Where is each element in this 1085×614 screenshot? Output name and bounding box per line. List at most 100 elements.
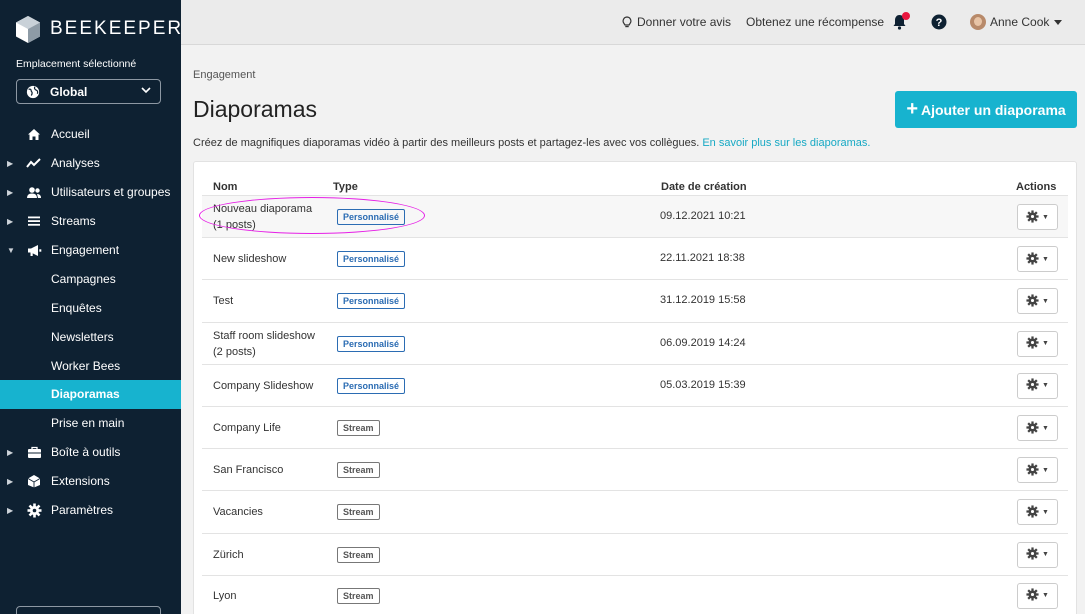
caret-right-icon[interactable]: ▶	[7, 448, 13, 457]
gear-icon	[1026, 421, 1039, 436]
gear-icon	[1026, 336, 1039, 351]
svg-text:?: ?	[936, 17, 943, 29]
caret-down-icon: ▼	[1042, 508, 1049, 516]
table-row[interactable]: Zürich Stream ▼	[202, 532, 1068, 575]
users-icon	[26, 185, 42, 199]
table-row[interactable]: Staff room slideshow (2 posts) Personnalis…	[202, 321, 1068, 364]
sidebar-bottom-button[interactable]	[16, 606, 161, 614]
page-title: Diaporamas	[193, 96, 317, 122]
slideshow-name: Nouveau diaporama	[213, 203, 313, 216]
creation-date: 05.03.2019 15:39	[660, 378, 746, 391]
breadcrumb[interactable]: Engagement	[193, 69, 255, 81]
user-menu[interactable]: Anne Cook	[970, 0, 1063, 44]
globe-icon	[26, 85, 40, 98]
row-actions-button[interactable]: ▼	[1017, 288, 1058, 315]
sidebar-item-utilisateurs-et-groupes[interactable]: ▶ Utilisateurs et groupes	[0, 178, 181, 207]
sidebar-item-label: Engagement	[51, 243, 120, 257]
creation-date: 09.12.2021 10:21	[660, 210, 746, 223]
gear-icon	[1026, 294, 1039, 309]
row-actions-button[interactable]: ▼	[1017, 541, 1058, 568]
row-name: Lyon	[213, 588, 236, 604]
creation-date: 22.11.2021 18:38	[660, 252, 745, 265]
gear-icon	[1026, 378, 1039, 393]
sidebar-item-accueil[interactable]: Accueil	[0, 120, 181, 149]
column-header-name: Nom	[213, 181, 238, 193]
sidebar-item-parametres[interactable]: ▶ Paramètres	[0, 496, 181, 525]
caret-right-icon[interactable]: ▶	[7, 217, 13, 226]
sidebar-item-enquetes[interactable]: Enquêtes	[0, 293, 181, 322]
learn-more-link[interactable]: En savoir plus sur les diaporamas.	[702, 137, 870, 149]
gear-icon	[1026, 505, 1039, 520]
type-badge: Personnalisé	[337, 377, 406, 394]
sidebar-item-diaporamas[interactable]: Diaporamas	[0, 380, 181, 409]
sidebar-item-analyses[interactable]: ▶ Analyses	[0, 149, 181, 178]
brand-logo[interactable]: BEEKEEPER	[16, 15, 183, 43]
row-actions-button[interactable]: ▼	[1017, 330, 1058, 357]
sidebar-item-engagement[interactable]: ▼ Engagement	[0, 236, 181, 265]
table-row[interactable]: Nouveau diaporama (1 posts) Personnalisé 09…	[199, 195, 1068, 238]
caret-right-icon[interactable]: ▶	[7, 477, 13, 486]
caret-right-icon[interactable]: ▶	[7, 188, 13, 197]
table-row[interactable]: Lyon Stream ▼	[202, 574, 1068, 614]
sidebar-item-label: Analyses	[51, 156, 100, 171]
add-slideshow-button[interactable]: + Ajouter un diaporama	[895, 91, 1077, 128]
row-actions-button[interactable]: ▼	[1017, 204, 1058, 231]
reward-link[interactable]: Obtenez une récompense	[746, 0, 884, 44]
reward-label: Obtenez une récompense	[746, 15, 885, 29]
row-actions-button[interactable]: ▼	[1017, 582, 1058, 609]
table-row[interactable]: San Francisco Stream ▼	[202, 448, 1068, 490]
table-row[interactable]: Company Slideshow Personnalisé 05.03.2019 …	[202, 363, 1068, 406]
sidebar-nav: Accueil ▶ Analyses ▶ Utilisateurs et groupes…	[0, 120, 181, 524]
slideshow-name: Staff room slideshow	[213, 329, 315, 342]
location-select[interactable]: Global	[16, 79, 161, 104]
column-header-actions: Actions	[1016, 181, 1057, 193]
row-actions-button[interactable]: ▼	[1017, 372, 1058, 399]
description-text: Créez de magnifiques diaporamas vidéo à …	[193, 137, 700, 149]
table-row[interactable]: Test Personnalisé 31.12.2019 15:58 ▼	[202, 279, 1068, 321]
help-button[interactable]: ?	[931, 0, 947, 44]
avatar	[970, 14, 986, 30]
row-actions-button[interactable]: ▼	[1017, 415, 1058, 442]
sidebar-item-streams[interactable]: ▶ Streams	[0, 207, 181, 236]
slideshow-name: Vacancies	[213, 506, 263, 519]
type-badge: Personnalisé	[337, 209, 406, 226]
row-name: Vacancies	[213, 504, 263, 520]
caret-right-icon[interactable]: ▶	[7, 506, 13, 515]
sidebar-item-boite-a-outils[interactable]: ▶ Boîte à outils	[0, 438, 181, 467]
megaphone-icon	[26, 243, 42, 257]
notifications-button[interactable]	[892, 0, 910, 44]
row-name: Company Life	[213, 420, 281, 436]
brand-name: BEEKEEPER	[50, 18, 184, 39]
chevron-down-icon	[141, 86, 151, 97]
puzzle-icon	[26, 474, 42, 488]
feedback-link[interactable]: Donner votre avis	[622, 0, 731, 44]
location-label: Emplacement sélectionné	[16, 58, 137, 70]
table-row[interactable]: Vacancies Stream ▼	[202, 490, 1068, 532]
row-actions-button[interactable]: ▼	[1017, 246, 1058, 273]
type-badge: Stream	[337, 546, 380, 563]
sidebar-item-prise-en-main[interactable]: Prise en main	[0, 409, 181, 438]
caret-down-icon: ▼	[1042, 255, 1049, 263]
caret-down-icon: ▼	[1042, 340, 1049, 348]
list-icon	[26, 214, 42, 228]
sidebar-item-extensions[interactable]: ▶ Extensions	[0, 467, 181, 496]
sidebar-item-label: Campagnes	[51, 271, 116, 286]
type-badge: Personnalisé	[337, 293, 406, 310]
plus-icon: +	[906, 98, 918, 120]
type-badge: Stream	[337, 420, 380, 437]
column-header-date: Date de création	[661, 181, 747, 193]
gear-icon	[1026, 463, 1039, 478]
sidebar-item-worker-bees[interactable]: Worker Bees	[0, 351, 181, 380]
help-icon: ?	[931, 14, 947, 30]
row-name: Staff room slideshow (2 posts)	[213, 328, 315, 360]
slideshow-name: Company Life	[213, 422, 281, 435]
caret-down-icon[interactable]: ▼	[7, 246, 15, 255]
row-actions-button[interactable]: ▼	[1017, 499, 1058, 526]
row-actions-button[interactable]: ▼	[1017, 457, 1058, 484]
table-row[interactable]: New slideshow Personnalisé 22.11.2021 18:3…	[202, 237, 1068, 279]
table-row[interactable]: Company Life Stream ▼	[202, 406, 1068, 448]
feedback-label: Donner votre avis	[637, 15, 732, 29]
caret-right-icon[interactable]: ▶	[7, 159, 13, 168]
sidebar-item-newsletters[interactable]: Newsletters	[0, 322, 181, 351]
sidebar-item-campagnes[interactable]: Campagnes	[0, 264, 181, 293]
